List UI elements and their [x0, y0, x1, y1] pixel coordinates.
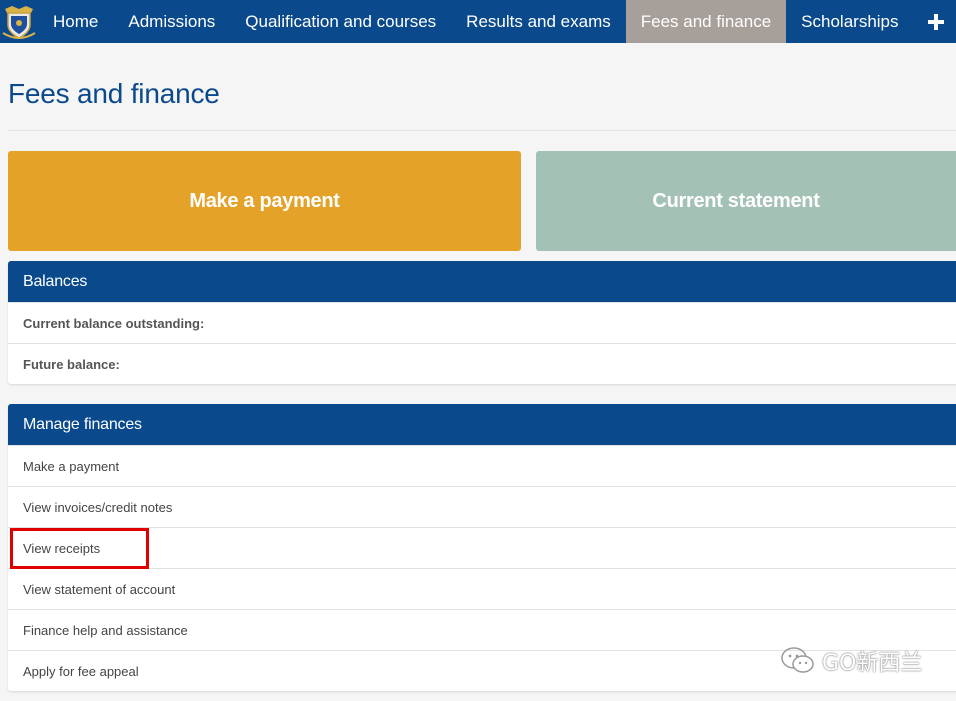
- nav-results-and-exams[interactable]: Results and exams: [451, 0, 626, 43]
- plus-icon: [927, 13, 944, 30]
- manage-finances-heading: Manage finances: [8, 404, 956, 445]
- crest-icon: [2, 5, 36, 39]
- nav-scholarships[interactable]: Scholarships: [786, 0, 913, 43]
- view-invoices-link[interactable]: View invoices/credit notes: [8, 486, 956, 527]
- view-statement-link[interactable]: View statement of account: [8, 568, 956, 609]
- future-balance-row: Future balance:: [8, 343, 956, 384]
- current-statement-tile[interactable]: Current statement: [536, 151, 956, 251]
- nav-fees-and-finance[interactable]: Fees and finance: [625, 0, 787, 43]
- nav-home[interactable]: Home: [38, 0, 113, 43]
- nav-more-button[interactable]: [914, 0, 956, 43]
- page-title: Fees and finance: [8, 78, 220, 109]
- make-payment-tile[interactable]: Make a payment: [8, 151, 521, 251]
- top-navigation: Home Admissions Qualification and course…: [0, 0, 956, 43]
- current-balance-row: Current balance outstanding:: [8, 302, 956, 343]
- nav-qualification-and-courses[interactable]: Qualification and courses: [230, 0, 451, 43]
- view-receipts-link[interactable]: View receipts: [8, 527, 956, 568]
- watermark-text: GO新西兰: [822, 651, 923, 676]
- nav-admissions[interactable]: Admissions: [113, 0, 230, 43]
- title-divider: [8, 130, 956, 131]
- watermark: GO新西兰: [780, 645, 922, 677]
- wechat-icon: [781, 647, 814, 673]
- crest-logo[interactable]: [0, 0, 38, 43]
- balances-heading: Balances: [8, 261, 956, 302]
- balances-panel: Balances Current balance outstanding: Fu…: [8, 261, 956, 384]
- finance-help-link[interactable]: Finance help and assistance: [8, 609, 956, 650]
- current-statement-tile-label: Current statement: [652, 189, 820, 212]
- make-payment-link[interactable]: Make a payment: [8, 445, 956, 486]
- make-payment-tile-label: Make a payment: [189, 189, 340, 212]
